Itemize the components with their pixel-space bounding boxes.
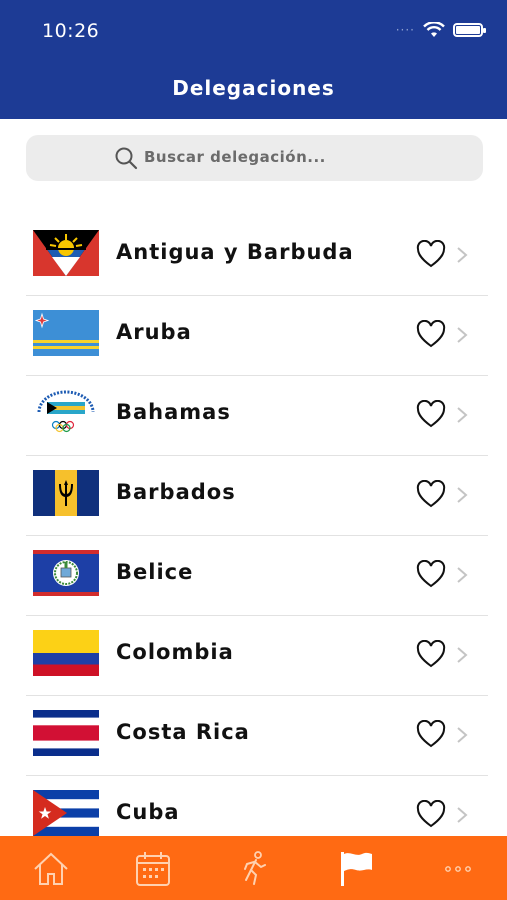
bottom-tab-bar	[0, 836, 507, 900]
wifi-icon	[423, 22, 445, 37]
list-item[interactable]: Aruba	[26, 296, 488, 376]
flag-bahamas-olympic-icon	[33, 390, 99, 436]
delegation-list: Antigua y Barbuda Aruba Bahamas Barbados…	[26, 216, 488, 856]
chevron-right-icon	[457, 327, 468, 343]
runner-icon[interactable]	[234, 850, 274, 888]
flag-antigua-icon	[33, 230, 99, 276]
country-name: Barbados	[116, 480, 236, 504]
app-header: 10:26 ···· Delegaciones	[0, 0, 507, 119]
status-indicators: ····	[395, 22, 486, 38]
country-name: Cuba	[116, 800, 180, 824]
chevron-right-icon	[457, 407, 468, 423]
flag-aruba-icon	[33, 310, 99, 356]
favorite-heart-icon[interactable]	[416, 480, 446, 508]
flag-colombia-icon	[33, 630, 99, 676]
list-item[interactable]: Belice	[26, 536, 488, 616]
flag-belize-icon	[33, 550, 99, 596]
favorite-heart-icon[interactable]	[416, 800, 446, 828]
flag-icon[interactable]	[336, 850, 376, 888]
chevron-right-icon	[457, 487, 468, 503]
more-icon[interactable]	[438, 850, 478, 888]
favorite-heart-icon[interactable]	[416, 320, 446, 348]
search-icon	[115, 147, 138, 170]
country-name: Colombia	[116, 640, 234, 664]
chevron-right-icon	[457, 567, 468, 583]
favorite-heart-icon[interactable]	[416, 720, 446, 748]
flag-cuba-icon	[33, 790, 99, 836]
country-name: Bahamas	[116, 400, 231, 424]
list-item[interactable]: Colombia	[26, 616, 488, 696]
list-item[interactable]: Antigua y Barbuda	[26, 216, 488, 296]
list-item[interactable]: Bahamas	[26, 376, 488, 456]
list-item[interactable]: Costa Rica	[26, 696, 488, 776]
favorite-heart-icon[interactable]	[416, 640, 446, 668]
search-placeholder: Buscar delegación...	[144, 148, 326, 166]
calendar-icon[interactable]	[133, 850, 173, 888]
chevron-right-icon	[457, 647, 468, 663]
cellular-signal-icon: ····	[395, 23, 415, 37]
favorite-heart-icon[interactable]	[416, 560, 446, 588]
flag-costa-rica-icon	[33, 710, 99, 756]
chevron-right-icon	[457, 247, 468, 263]
list-item[interactable]: Barbados	[26, 456, 488, 536]
home-icon[interactable]	[31, 850, 71, 888]
favorite-heart-icon[interactable]	[416, 240, 446, 268]
chevron-right-icon	[457, 807, 468, 823]
chevron-right-icon	[457, 727, 468, 743]
battery-icon	[453, 23, 486, 37]
country-name: Aruba	[116, 320, 192, 344]
search-input[interactable]: Buscar delegación...	[26, 135, 483, 181]
country-name: Belice	[116, 560, 194, 584]
status-time: 10:26	[42, 20, 100, 42]
flag-barbados-icon	[33, 470, 99, 516]
page-title: Delegaciones	[172, 76, 335, 100]
country-name: Costa Rica	[116, 720, 250, 744]
favorite-heart-icon[interactable]	[416, 400, 446, 428]
country-name: Antigua y Barbuda	[116, 240, 354, 264]
